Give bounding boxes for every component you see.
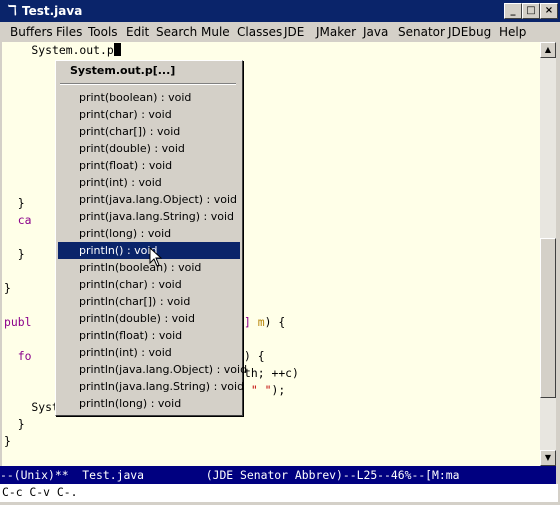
mouse-pointer-icon bbox=[149, 247, 163, 267]
menu-jmaker[interactable]: JMaker bbox=[316, 25, 356, 39]
completion-item[interactable]: println(char) : void bbox=[58, 276, 240, 293]
completion-item[interactable]: println(double) : void bbox=[58, 310, 240, 327]
minimize-button[interactable]: _ bbox=[504, 3, 522, 19]
completion-item[interactable]: print(char[]) : void bbox=[58, 123, 240, 140]
completion-item[interactable]: println(char[]) : void bbox=[58, 293, 240, 310]
menu-classes[interactable]: Classes bbox=[237, 25, 282, 39]
emacs-window: ℸ Test.java _ □ × Buffers Files Tools Ed… bbox=[0, 0, 560, 505]
maximize-button[interactable]: □ bbox=[522, 3, 540, 19]
menu-jde[interactable]: JDE bbox=[284, 25, 304, 39]
scrollbar-thumb[interactable] bbox=[540, 238, 556, 398]
menu-java[interactable]: Java bbox=[363, 25, 388, 39]
menu-files[interactable]: Files bbox=[56, 25, 82, 39]
completion-item[interactable]: print(char) : void bbox=[58, 106, 240, 123]
menu-jdebug[interactable]: JDEbug bbox=[448, 25, 491, 39]
completion-item[interactable]: print(int) : void bbox=[58, 174, 240, 191]
completion-item[interactable]: print(boolean) : void bbox=[58, 89, 240, 106]
menu-mule[interactable]: Mule bbox=[201, 25, 230, 39]
window-title: Test.java bbox=[22, 4, 83, 18]
menu-senator[interactable]: Senator bbox=[398, 25, 445, 39]
code-line: } bbox=[4, 434, 11, 448]
menu-buffers[interactable]: Buffers bbox=[10, 25, 53, 39]
completion-item[interactable]: print(java.lang.String) : void bbox=[58, 208, 240, 225]
menu-tools[interactable]: Tools bbox=[88, 25, 118, 39]
close-button[interactable]: × bbox=[540, 3, 558, 19]
completion-item[interactable]: println(long) : void bbox=[58, 395, 240, 412]
title-bar[interactable]: ℸ Test.java _ □ × bbox=[0, 0, 560, 22]
completion-item[interactable]: print(long) : void bbox=[58, 225, 240, 242]
minibuffer[interactable]: C-c C-v C-. bbox=[0, 484, 558, 502]
completion-item[interactable]: println(float) : void bbox=[58, 327, 240, 344]
completion-item[interactable]: print(float) : void bbox=[58, 157, 240, 174]
completion-item[interactable]: println(java.lang.String) : void bbox=[58, 378, 244, 395]
mode-line: --(Unix)** Test.java (JDE Senator Abbrev… bbox=[0, 466, 556, 484]
menu-edit[interactable]: Edit bbox=[126, 25, 149, 39]
menu-search[interactable]: Search bbox=[156, 25, 197, 39]
code-line: System.out.p bbox=[4, 42, 299, 59]
completion-popup: System.out.p[...] print(boolean) : void … bbox=[55, 60, 247, 416]
emacs-gnu-icon[interactable]: ℸ bbox=[4, 3, 20, 19]
code-line: } bbox=[4, 417, 25, 431]
completion-item[interactable]: println(java.lang.Object) : void bbox=[58, 361, 247, 378]
menu-help[interactable]: Help bbox=[499, 25, 526, 39]
scroll-up-arrow-icon[interactable]: ▲ bbox=[540, 42, 556, 58]
completion-popup-header: System.out.p[...] bbox=[70, 64, 176, 77]
completion-item[interactable]: print(java.lang.Object) : void bbox=[58, 191, 240, 208]
popup-separator bbox=[60, 83, 236, 85]
completion-item[interactable]: println(int) : void bbox=[58, 344, 240, 361]
scroll-down-arrow-icon[interactable]: ▼ bbox=[540, 450, 556, 466]
completion-item[interactable]: print(double) : void bbox=[58, 140, 240, 157]
vertical-scrollbar[interactable]: ▲ ▼ bbox=[540, 42, 556, 466]
menu-bar: Buffers Files Tools Edit Search Mule Cla… bbox=[0, 22, 560, 42]
text-cursor bbox=[113, 43, 121, 56]
